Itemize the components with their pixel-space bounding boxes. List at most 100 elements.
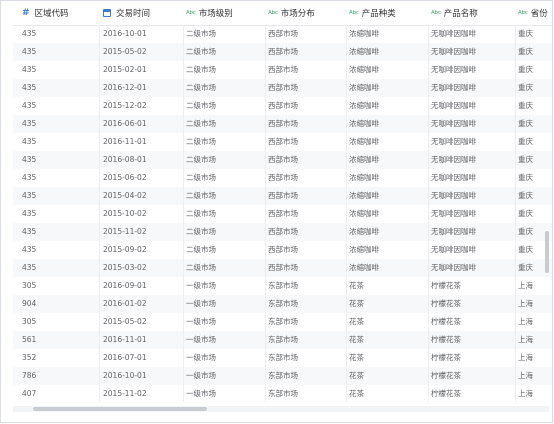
column-header-trade-time[interactable]: 交易时间 xyxy=(103,1,150,25)
table-cell: 435 xyxy=(22,29,37,38)
table-cell: 435 xyxy=(22,155,37,164)
column-header-market-region[interactable]: Abc 市场分布 xyxy=(268,1,315,25)
table-cell: 352 xyxy=(22,353,37,362)
table-row[interactable]: 435 2015-09-02 二级市场 西部市场 浓缩咖啡 无咖啡因咖啡 重庆 xyxy=(13,241,552,259)
table-cell: 重庆 xyxy=(518,65,533,74)
table-cell: 东部市场 xyxy=(268,317,298,326)
table-cell: 2016-01-02 xyxy=(103,299,147,308)
table-cell: 2015-09-02 xyxy=(103,245,147,254)
table-cell: 2015-03-02 xyxy=(103,263,147,272)
table-cell: 二级市场 xyxy=(186,29,216,38)
table-cell: 无咖啡因咖啡 xyxy=(431,101,476,110)
table-cell: 重庆 xyxy=(518,173,533,182)
table-cell: 上海 xyxy=(518,389,533,398)
column-header-region-code[interactable]: # 区域代码 xyxy=(22,1,69,25)
table-row[interactable]: 904 2016-01-02 一级市场 东部市场 花茶 柠檬花茶 上海 xyxy=(13,295,552,313)
text-type-icon: Abc xyxy=(431,10,441,16)
table-row[interactable]: 435 2015-02-01 二级市场 西部市场 浓缩咖啡 无咖啡因咖啡 重庆 xyxy=(13,61,552,79)
table-cell: 西部市场 xyxy=(268,83,298,92)
table-cell: 435 xyxy=(22,227,37,236)
table-row[interactable]: 435 2015-05-02 二级市场 西部市场 浓缩咖啡 无咖啡因咖啡 重庆 xyxy=(13,43,552,61)
table-cell: 二级市场 xyxy=(186,263,216,272)
table-cell: 重庆 xyxy=(518,191,533,200)
table-row[interactable]: 435 2015-12-02 二级市场 西部市场 浓缩咖啡 无咖啡因咖啡 重庆 xyxy=(13,97,552,115)
table-body: 435 2016-10-01 二级市场 西部市场 浓缩咖啡 无咖啡因咖啡 重庆 435 2015… xyxy=(13,25,552,402)
table-cell: 东部市场 xyxy=(268,335,298,344)
table-cell: 重庆 xyxy=(518,137,533,146)
table-row[interactable]: 435 2016-06-01 二级市场 西部市场 浓缩咖啡 无咖啡因咖啡 重庆 xyxy=(13,115,552,133)
table-row[interactable]: 435 2016-11-01 二级市场 西部市场 浓缩咖啡 无咖啡因咖啡 重庆 xyxy=(13,133,552,151)
table-cell: 浓缩咖啡 xyxy=(349,65,379,74)
table-cell: 西部市场 xyxy=(268,191,298,200)
table-cell: 西部市场 xyxy=(268,65,298,74)
table-cell: 305 xyxy=(22,317,37,326)
table-cell: 二级市场 xyxy=(186,227,216,236)
table-cell: 浓缩咖啡 xyxy=(349,173,379,182)
column-header-label: 区域代码 xyxy=(34,9,69,19)
table-cell: 西部市场 xyxy=(268,227,298,236)
table-cell: 柠檬花茶 xyxy=(431,353,461,362)
horizontal-scrollbar[interactable] xyxy=(33,407,207,411)
vertical-scrollbar[interactable] xyxy=(545,231,549,273)
table-cell: 浓缩咖啡 xyxy=(349,101,379,110)
table-cell: 无咖啡因咖啡 xyxy=(431,83,476,92)
table-cell: 西部市场 xyxy=(268,173,298,182)
table-row[interactable]: 435 2015-11-02 二级市场 西部市场 浓缩咖啡 无咖啡因咖啡 重庆 xyxy=(13,223,552,241)
number-type-icon: # xyxy=(22,8,30,18)
table-cell: 无咖啡因咖啡 xyxy=(431,227,476,236)
table-row[interactable]: 435 2016-08-01 二级市场 西部市场 浓缩咖啡 无咖啡因咖啡 重庆 xyxy=(13,151,552,169)
table-row[interactable]: 435 2016-10-01 二级市场 西部市场 浓缩咖啡 无咖啡因咖啡 重庆 xyxy=(13,25,552,43)
table-cell: 重庆 xyxy=(518,83,533,92)
column-header-product-category[interactable]: Abc 产品种类 xyxy=(349,1,396,25)
table-cell: 花茶 xyxy=(349,335,364,344)
table-cell: 浓缩咖啡 xyxy=(349,209,379,218)
table-cell: 无咖啡因咖啡 xyxy=(431,155,476,164)
table-cell: 407 xyxy=(22,389,37,398)
table-row[interactable]: 435 2015-04-02 二级市场 西部市场 浓缩咖啡 无咖啡因咖啡 重庆 xyxy=(13,187,552,205)
table-row[interactable]: 786 2016-10-01 一级市场 东部市场 花茶 柠檬花茶 上海 xyxy=(13,367,552,385)
table-row[interactable]: 435 2015-06-02 二级市场 西部市场 浓缩咖啡 无咖啡因咖啡 重庆 xyxy=(13,169,552,187)
column-header-product-name[interactable]: Abc 产品名称 xyxy=(431,1,478,25)
table-row[interactable]: 352 2016-07-01 一级市场 东部市场 花茶 柠檬花茶 上海 xyxy=(13,349,552,367)
table-cell: 2016-11-01 xyxy=(103,137,147,146)
table-cell: 一级市场 xyxy=(186,371,216,380)
table-cell: 重庆 xyxy=(518,29,533,38)
table-cell: 一级市场 xyxy=(186,299,216,308)
table-row[interactable]: 435 2015-10-02 二级市场 西部市场 浓缩咖啡 无咖啡因咖啡 重庆 xyxy=(13,205,552,223)
table-cell: 2015-02-01 xyxy=(103,65,147,74)
table-cell: 花茶 xyxy=(349,353,364,362)
table-cell: 西部市场 xyxy=(268,119,298,128)
table-cell: 2015-04-02 xyxy=(103,191,147,200)
table-header: # 区域代码 交易时间 Abc 市场级别 Abc 市场分布 Abc 产品种类 A… xyxy=(13,1,552,26)
table-cell: 435 xyxy=(22,119,37,128)
column-divider xyxy=(428,25,429,402)
text-type-icon: Abc xyxy=(518,10,528,16)
table-cell: 2016-07-01 xyxy=(103,353,147,362)
table-cell: 西部市场 xyxy=(268,245,298,254)
table-row[interactable]: 305 2015-05-02 一级市场 东部市场 花茶 柠檬花茶 上海 xyxy=(13,313,552,331)
table-cell: 435 xyxy=(22,173,37,182)
table-cell: 上海 xyxy=(518,299,533,308)
column-header-market-level[interactable]: Abc 市场级别 xyxy=(186,1,233,25)
table-row[interactable]: 561 2016-11-01 一级市场 东部市场 花茶 柠檬花茶 上海 xyxy=(13,331,552,349)
table-cell: 一级市场 xyxy=(186,317,216,326)
table-cell: 柠檬花茶 xyxy=(431,335,461,344)
table-row[interactable]: 435 2016-12-01 二级市场 西部市场 浓缩咖啡 无咖啡因咖啡 重庆 xyxy=(13,79,552,97)
table-cell: 2016-08-01 xyxy=(103,155,147,164)
table-cell: 435 xyxy=(22,83,37,92)
table-row[interactable]: 305 2016-09-01 一级市场 东部市场 花茶 柠檬花茶 上海 xyxy=(13,277,552,295)
table-cell: 二级市场 xyxy=(186,119,216,128)
table-cell: 柠檬花茶 xyxy=(431,389,461,398)
table-cell: 柠檬花茶 xyxy=(431,299,461,308)
table-cell: 无咖啡因咖啡 xyxy=(431,137,476,146)
text-type-icon: Abc xyxy=(349,10,359,16)
table-cell: 柠檬花茶 xyxy=(431,317,461,326)
table-cell: 2015-10-02 xyxy=(103,209,147,218)
table-cell: 东部市场 xyxy=(268,389,298,398)
table-row[interactable]: 435 2015-03-02 二级市场 西部市场 浓缩咖啡 无咖啡因咖啡 重庆 xyxy=(13,259,552,277)
column-header-label: 省份 xyxy=(530,9,548,19)
column-header-province[interactable]: Abc 省份 xyxy=(518,1,548,25)
column-divider xyxy=(515,25,516,402)
table-cell: 二级市场 xyxy=(186,101,216,110)
table-row[interactable]: 407 2015-11-02 一级市场 东部市场 花茶 柠檬花茶 上海 xyxy=(13,385,552,402)
